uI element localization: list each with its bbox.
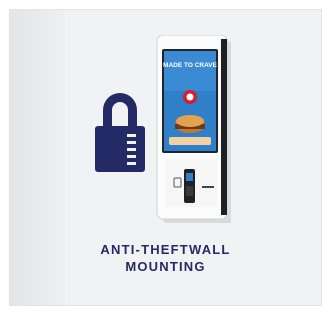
caption-line-1: ANTI-THEFTWALL [100,242,231,257]
padlock-icon [95,93,145,172]
kiosk-headline: MADE TO CRAVE [163,62,218,69]
feature-caption: ANTI-THEFTWALL MOUNTING [10,241,321,275]
caption-line-2: MOUNTING [125,259,206,274]
feature-card: MADE TO CRAVE ANTI-THEFTWALL MOUNTING [9,9,322,306]
wall-kiosk-illustration: MADE TO CRAVE [156,35,231,223]
receipt-slot [202,186,214,188]
